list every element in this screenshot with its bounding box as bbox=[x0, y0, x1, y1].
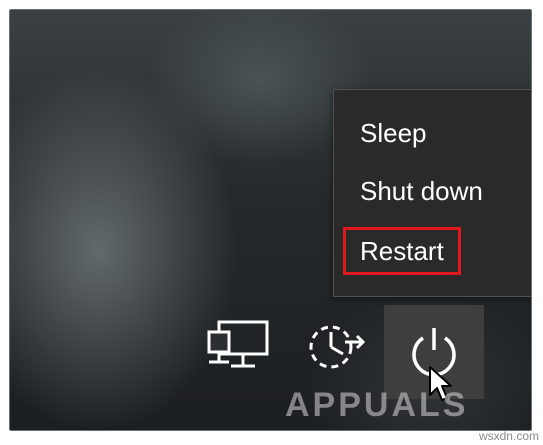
network-icon bbox=[207, 320, 269, 368]
network-button[interactable] bbox=[198, 307, 278, 387]
menu-item-restart[interactable]: Restart bbox=[343, 227, 461, 275]
menu-item-shut-down[interactable]: Shut down bbox=[346, 170, 497, 212]
appuals-watermark-logo: APPUALS bbox=[285, 386, 469, 424]
site-watermark: wsxdn.com bbox=[478, 429, 539, 443]
power-options-menu: Sleep Shut down Restart bbox=[333, 89, 531, 297]
ease-of-access-icon bbox=[309, 325, 366, 369]
ease-of-access-button[interactable] bbox=[296, 307, 376, 387]
lock-screen-background: Sleep Shut down Restart APPUALS bbox=[9, 9, 532, 431]
menu-item-sleep[interactable]: Sleep bbox=[346, 112, 441, 154]
